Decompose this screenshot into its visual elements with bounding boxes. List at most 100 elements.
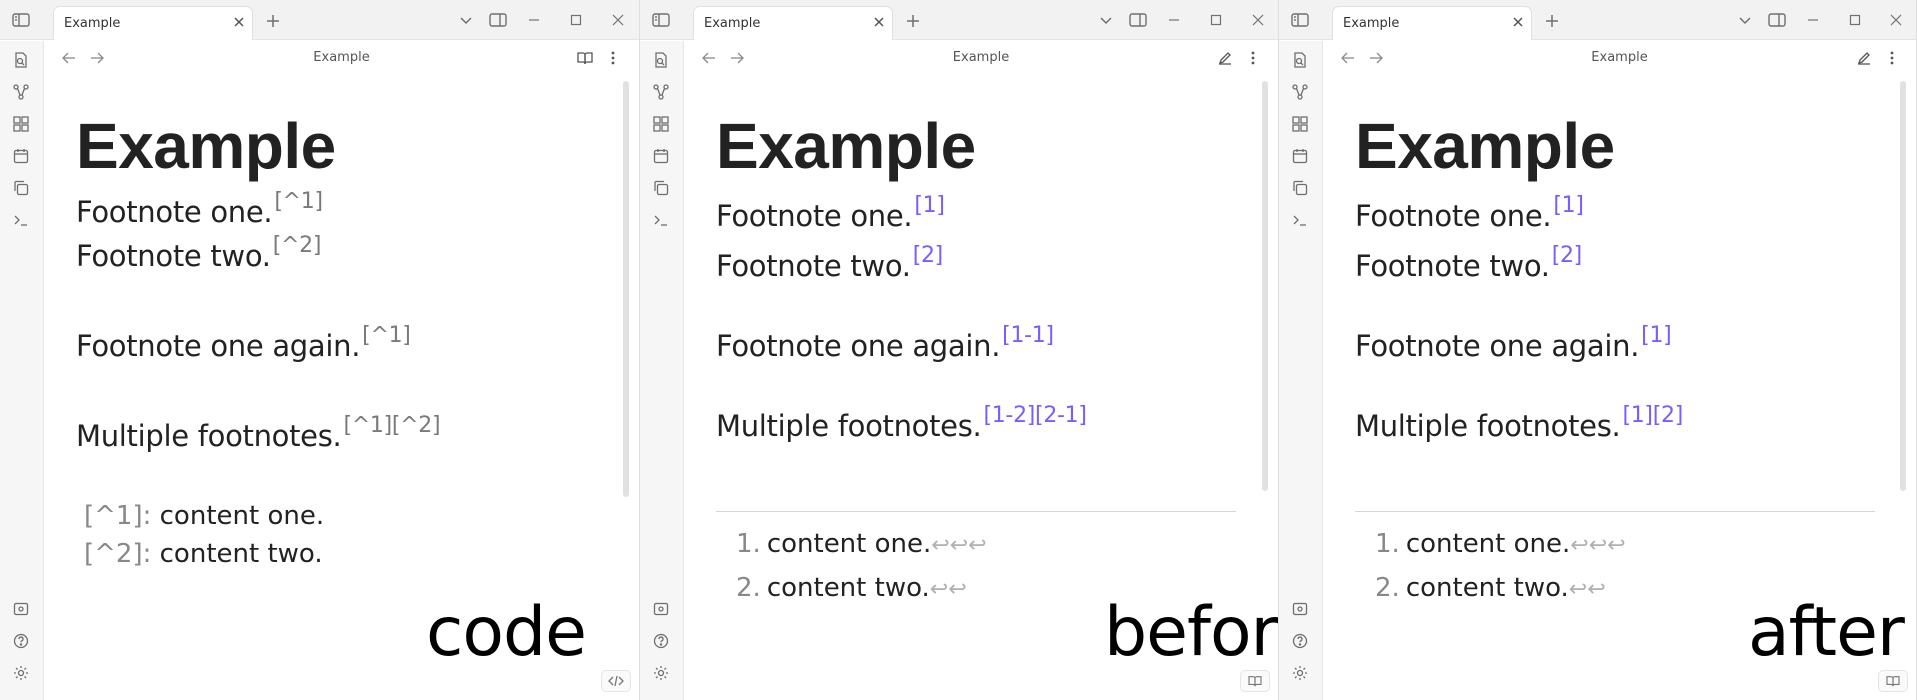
edit-mode-icon[interactable] — [1214, 47, 1236, 69]
footnote-backref[interactable]: ↩↩↩ — [931, 533, 986, 558]
vault-icon[interactable] — [651, 599, 671, 619]
maximize-icon[interactable] — [565, 9, 587, 31]
vault-icon[interactable] — [11, 599, 31, 619]
tab-bar: Example — [640, 0, 1279, 40]
minimize-icon[interactable] — [1802, 9, 1824, 31]
terminal-icon[interactable] — [11, 210, 31, 230]
footnote-backref[interactable]: ↩↩ — [1569, 577, 1606, 602]
calendar-icon[interactable] — [651, 146, 671, 166]
source-mode-icon[interactable] — [601, 670, 631, 692]
footnote-label: [^2]: — [84, 539, 152, 569]
footnote-backref[interactable]: ↩↩↩ — [1570, 533, 1625, 558]
window-close-icon[interactable] — [1885, 9, 1907, 31]
sidebar-toggle-icon[interactable] — [1289, 9, 1311, 31]
footnote-ref-link[interactable]: [1] — [1553, 193, 1584, 218]
plus-icon[interactable] — [902, 10, 924, 32]
tab-example[interactable]: Example — [1332, 6, 1532, 40]
view-header: Example — [1323, 41, 1916, 75]
split-view-icon[interactable] — [1127, 9, 1149, 31]
copy-icon[interactable] — [651, 178, 671, 198]
footnote-item: 2. content two.↩↩ — [1375, 573, 1606, 603]
minimize-icon[interactable] — [1163, 9, 1185, 31]
sidebar-toggle-icon[interactable] — [10, 9, 32, 31]
footnote-backref[interactable]: ↩↩ — [930, 577, 967, 602]
view-title: Example — [313, 50, 370, 65]
split-view-icon[interactable] — [1766, 9, 1788, 31]
graph-icon[interactable] — [1290, 82, 1310, 102]
reading-view-icon[interactable] — [1240, 670, 1270, 692]
scrollbar[interactable] — [1900, 81, 1906, 491]
more-options-icon[interactable] — [1881, 47, 1903, 69]
new-note-icon[interactable] — [11, 50, 31, 70]
calendar-icon[interactable] — [1290, 146, 1310, 166]
pane-before: Example Example Example Footnote one.[1]… — [640, 0, 1279, 700]
chevron-down-icon[interactable] — [1734, 10, 1756, 32]
footnote-text: content one. — [159, 501, 325, 531]
split-view-icon[interactable] — [487, 9, 509, 31]
footnote-ref-link[interactable]: [1-1] — [1002, 323, 1054, 348]
reader-area: Example Example Footnote one.[1] Footnot… — [684, 41, 1279, 700]
minimize-icon[interactable] — [523, 9, 545, 31]
copy-icon[interactable] — [11, 178, 31, 198]
scrollbar[interactable] — [623, 81, 629, 497]
footnote-ref-link[interactable]: [1-2][2-1] — [983, 403, 1087, 428]
close-icon[interactable] — [232, 15, 246, 29]
window-close-icon[interactable] — [1247, 9, 1269, 31]
chevron-down-icon[interactable] — [455, 10, 477, 32]
graph-icon[interactable] — [651, 82, 671, 102]
tab-title: Example — [704, 16, 761, 31]
canvas-icon[interactable] — [11, 114, 31, 134]
scrollbar[interactable] — [1262, 81, 1268, 491]
overlay-label: code — [426, 593, 587, 672]
footnote-ref-link[interactable]: [2] — [1552, 243, 1583, 268]
terminal-icon[interactable] — [651, 210, 671, 230]
reading-view-icon[interactable] — [1878, 670, 1908, 692]
new-note-icon[interactable] — [1290, 50, 1310, 70]
maximize-icon[interactable] — [1844, 9, 1866, 31]
help-icon[interactable] — [651, 631, 671, 651]
footnote-text: content one. — [1405, 529, 1571, 559]
calendar-icon[interactable] — [11, 146, 31, 166]
text-line: Footnote one.[1] — [1355, 193, 1584, 233]
text-line: Footnote two.[2] — [1355, 243, 1582, 283]
settings-icon[interactable] — [1290, 663, 1310, 683]
reading-mode-icon[interactable] — [574, 47, 596, 69]
close-icon[interactable] — [1511, 15, 1525, 29]
graph-icon[interactable] — [11, 82, 31, 102]
left-ribbon — [1279, 41, 1323, 700]
line-text: Footnote one again. — [76, 329, 361, 363]
close-icon[interactable] — [872, 15, 886, 29]
help-icon[interactable] — [11, 631, 31, 651]
more-options-icon[interactable] — [602, 47, 624, 69]
footnote-ref-link[interactable]: [1] — [914, 193, 945, 218]
pane-after: Example Example Example Footnote one.[1]… — [1279, 0, 1917, 700]
footnote-ref-link[interactable]: [1][2] — [1622, 403, 1683, 428]
tab-example[interactable]: Example — [53, 6, 253, 40]
new-note-icon[interactable] — [651, 50, 671, 70]
note-heading: Example — [1355, 110, 1615, 182]
plus-icon[interactable] — [1541, 10, 1563, 32]
vault-icon[interactable] — [1290, 599, 1310, 619]
tab-example[interactable]: Example — [693, 6, 893, 40]
settings-icon[interactable] — [11, 663, 31, 683]
more-options-icon[interactable] — [1242, 47, 1264, 69]
maximize-icon[interactable] — [1205, 9, 1227, 31]
window-close-icon[interactable] — [607, 9, 629, 31]
help-icon[interactable] — [1290, 631, 1310, 651]
settings-icon[interactable] — [651, 663, 671, 683]
terminal-icon[interactable] — [1290, 210, 1310, 230]
footnote-text: content two. — [766, 573, 930, 603]
footnote-ref-link[interactable]: [2] — [913, 243, 944, 268]
copy-icon[interactable] — [1290, 178, 1310, 198]
canvas-icon[interactable] — [651, 114, 671, 134]
canvas-icon[interactable] — [1290, 114, 1310, 134]
text-line: Footnote one again.[1] — [1355, 323, 1672, 363]
footnote-ref-link[interactable]: [1] — [1641, 323, 1672, 348]
text-line: Footnote two.[^2] — [76, 233, 321, 273]
edit-mode-icon[interactable] — [1853, 47, 1875, 69]
plus-icon[interactable] — [262, 10, 284, 32]
view-title: Example — [1591, 50, 1648, 65]
chevron-down-icon[interactable] — [1095, 10, 1117, 32]
sidebar-toggle-icon[interactable] — [650, 9, 672, 31]
document: Example Footnote one.[1] Footnote two.[2… — [716, 111, 1248, 603]
